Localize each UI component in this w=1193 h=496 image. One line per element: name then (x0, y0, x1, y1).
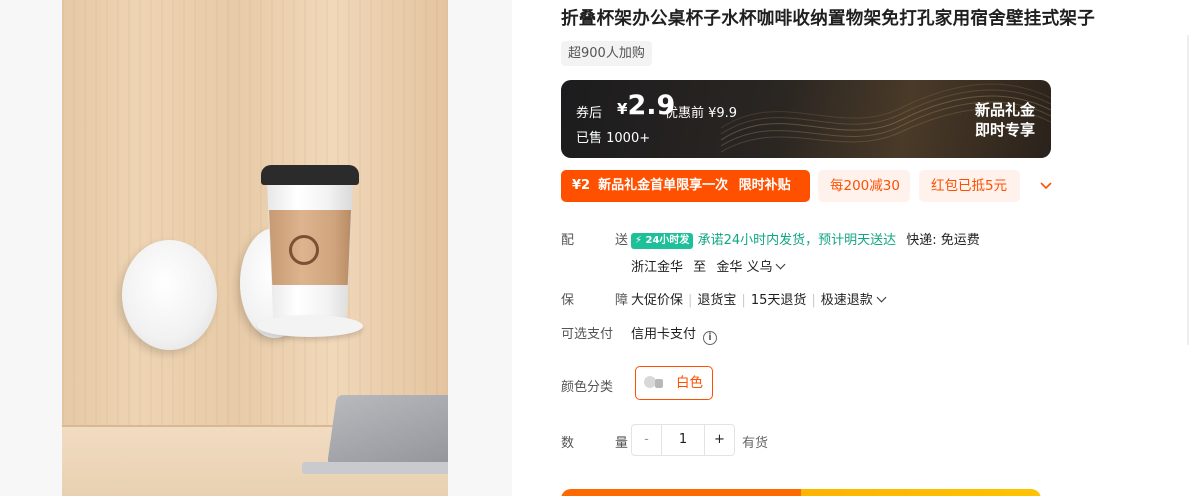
courier-fee: 快递: 免运费 (906, 233, 980, 248)
color-option-white[interactable]: 白色 (635, 366, 713, 400)
promotion-row: ¥2 新品礼金首单限享一次 限时补贴 每200减30 红包已抵5元 (561, 170, 1061, 202)
discount-chip[interactable]: 每200减30 (818, 170, 910, 202)
guarantee-label: 保 障 (561, 293, 643, 308)
buy-buttons[interactable] (561, 489, 1041, 496)
payment-method: 信用卡支付 (631, 327, 697, 342)
new-user-coupon[interactable]: ¥2 新品礼金首单限享一次 限时补贴 (561, 170, 810, 202)
new-gift-label: 新品礼金 即时专享 (974, 101, 1035, 139)
stock-status: 有货 (742, 436, 769, 451)
guarantee-item: 15天退货 (750, 293, 807, 308)
quantity-plus-button[interactable]: + (704, 425, 734, 455)
coffee-cup-image (257, 165, 363, 337)
info-icon[interactable]: i (703, 331, 718, 345)
color-label: 颜色分类 (561, 380, 614, 395)
product-gallery (0, 0, 512, 496)
quantity-input[interactable]: 1 (662, 425, 704, 455)
original-price: 优惠前 ¥9.9 (665, 106, 738, 121)
color-row: 颜色分类 (561, 376, 631, 396)
laptop-image (327, 395, 448, 465)
chevron-down-icon (776, 259, 786, 270)
delivery-route-row: 浙江金华 至 金华 义乌 (561, 256, 1181, 276)
color-thumbnail-icon (644, 376, 663, 388)
payment-row: 可选支付 信用卡支付 i (561, 323, 1181, 345)
quantity-label: 数 量 (561, 436, 643, 451)
price-card: 券后 ¥2.9 优惠前 ¥9.9 已售 1000+ 新品礼金 即时专享 (561, 80, 1051, 158)
payment-label: 可选支付 (561, 327, 614, 342)
product-info: 折叠杯架办公桌杯子水杯咖啡收纳置物架免打孔家用宿舍壁挂式架子 超900人加购 券… (561, 0, 1193, 496)
quantity-row: 数 量 (561, 432, 631, 452)
guarantee-row: 保 障 大促价保 | 退货宝 | 15天退货 | 极速退款 (561, 289, 1181, 309)
shipping-24h-badge: ⚡ 24小时发 (631, 233, 694, 249)
ship-from: 浙江金华 (631, 260, 684, 275)
folded-holder-image (122, 240, 217, 350)
price-label: 券后 (576, 106, 603, 121)
delivery-promise: 承诺24小时内发货，预计明天送达 (697, 233, 897, 248)
scroll-edge (1187, 35, 1189, 345)
product-main-image[interactable] (62, 0, 448, 496)
delivery-row: 配 送 ⚡ 24小时发 承诺24小时内发货，预计明天送达 快递: 免运费 (561, 229, 1181, 249)
guarantee-item: 退货宝 (697, 293, 737, 308)
sold-count: 已售 1000+ (576, 131, 651, 146)
quantity-stepper: - 1 + (631, 424, 735, 456)
guarantee-dropdown[interactable]: 极速退款 (821, 292, 887, 308)
chevron-down-icon[interactable] (1036, 176, 1056, 196)
product-page: 折叠杯架办公桌杯子水杯咖啡收纳置物架免打孔家用宿舍壁挂式架子 超900人加购 券… (0, 0, 1193, 496)
product-title: 折叠杯架办公桌杯子水杯咖啡收纳置物架免打孔家用宿舍壁挂式架子 (561, 9, 1095, 29)
red-packet-chip[interactable]: 红包已抵5元 (919, 170, 1020, 202)
quantity-minus-button[interactable]: - (632, 425, 662, 455)
chevron-down-icon (876, 292, 887, 303)
delivery-label: 配 送 (561, 233, 643, 248)
guarantee-item: 大促价保 (631, 293, 684, 308)
buyers-badge: 超900人加购 (561, 41, 652, 66)
ship-to-selector[interactable]: 金华 义乌 (716, 259, 786, 275)
